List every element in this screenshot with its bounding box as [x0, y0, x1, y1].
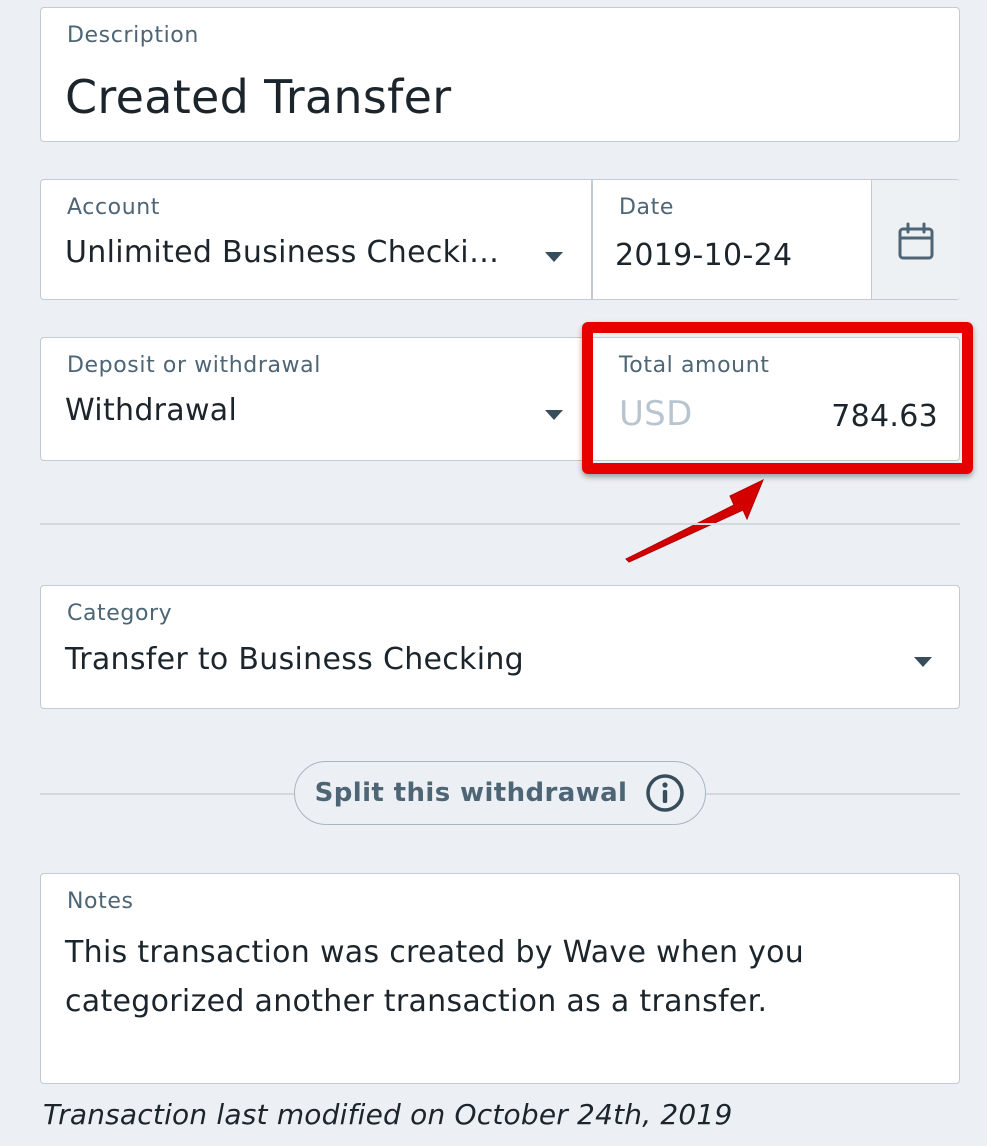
description-value: Created Transfer: [65, 70, 452, 124]
split-label: Split this withdrawal: [314, 778, 628, 808]
currency-label: USD: [619, 394, 693, 434]
account-value: Unlimited Business Checki…: [65, 235, 500, 270]
category-select[interactable]: Category Transfer to Business Checking: [40, 585, 960, 709]
amount-value: 784.63: [831, 399, 938, 434]
chevron-down-icon: [914, 657, 932, 667]
type-amount-group: Deposit or withdrawal Withdrawal Total a…: [40, 337, 960, 461]
chevron-down-icon: [545, 252, 563, 262]
account-label: Account: [67, 195, 161, 220]
calendar-icon: [898, 222, 934, 260]
date-field[interactable]: Date 2019-10-24: [592, 180, 871, 299]
notes-label: Notes: [67, 889, 134, 914]
amount-label: Total amount: [619, 353, 770, 378]
notes-field[interactable]: Notes This transaction was created by Wa…: [40, 873, 960, 1084]
category-value: Transfer to Business Checking: [65, 642, 525, 677]
description-field[interactable]: Description Created Transfer: [40, 7, 960, 142]
account-date-group: Account Unlimited Business Checki… Date …: [40, 179, 960, 300]
description-label: Description: [67, 23, 199, 48]
notes-value: This transaction was created by Wave whe…: [65, 935, 805, 1019]
category-label: Category: [67, 601, 173, 626]
date-value: 2019-10-24: [615, 238, 793, 273]
type-label: Deposit or withdrawal: [67, 353, 321, 378]
date-label: Date: [619, 195, 674, 220]
chevron-down-icon: [545, 410, 563, 420]
split-transaction-button[interactable]: Split this withdrawal: [294, 761, 706, 825]
section-divider: [40, 523, 960, 525]
split-divider-left: [40, 793, 294, 795]
type-value: Withdrawal: [65, 393, 238, 428]
info-icon[interactable]: [645, 773, 685, 813]
calendar-button[interactable]: [871, 180, 960, 299]
last-modified-text: Transaction last modified on October 24t…: [43, 1098, 733, 1131]
amount-field[interactable]: Total amount USD 784.63: [592, 338, 960, 460]
split-divider-right: [706, 793, 960, 795]
account-select[interactable]: Account Unlimited Business Checki…: [41, 180, 591, 299]
type-select[interactable]: Deposit or withdrawal Withdrawal: [41, 338, 591, 460]
